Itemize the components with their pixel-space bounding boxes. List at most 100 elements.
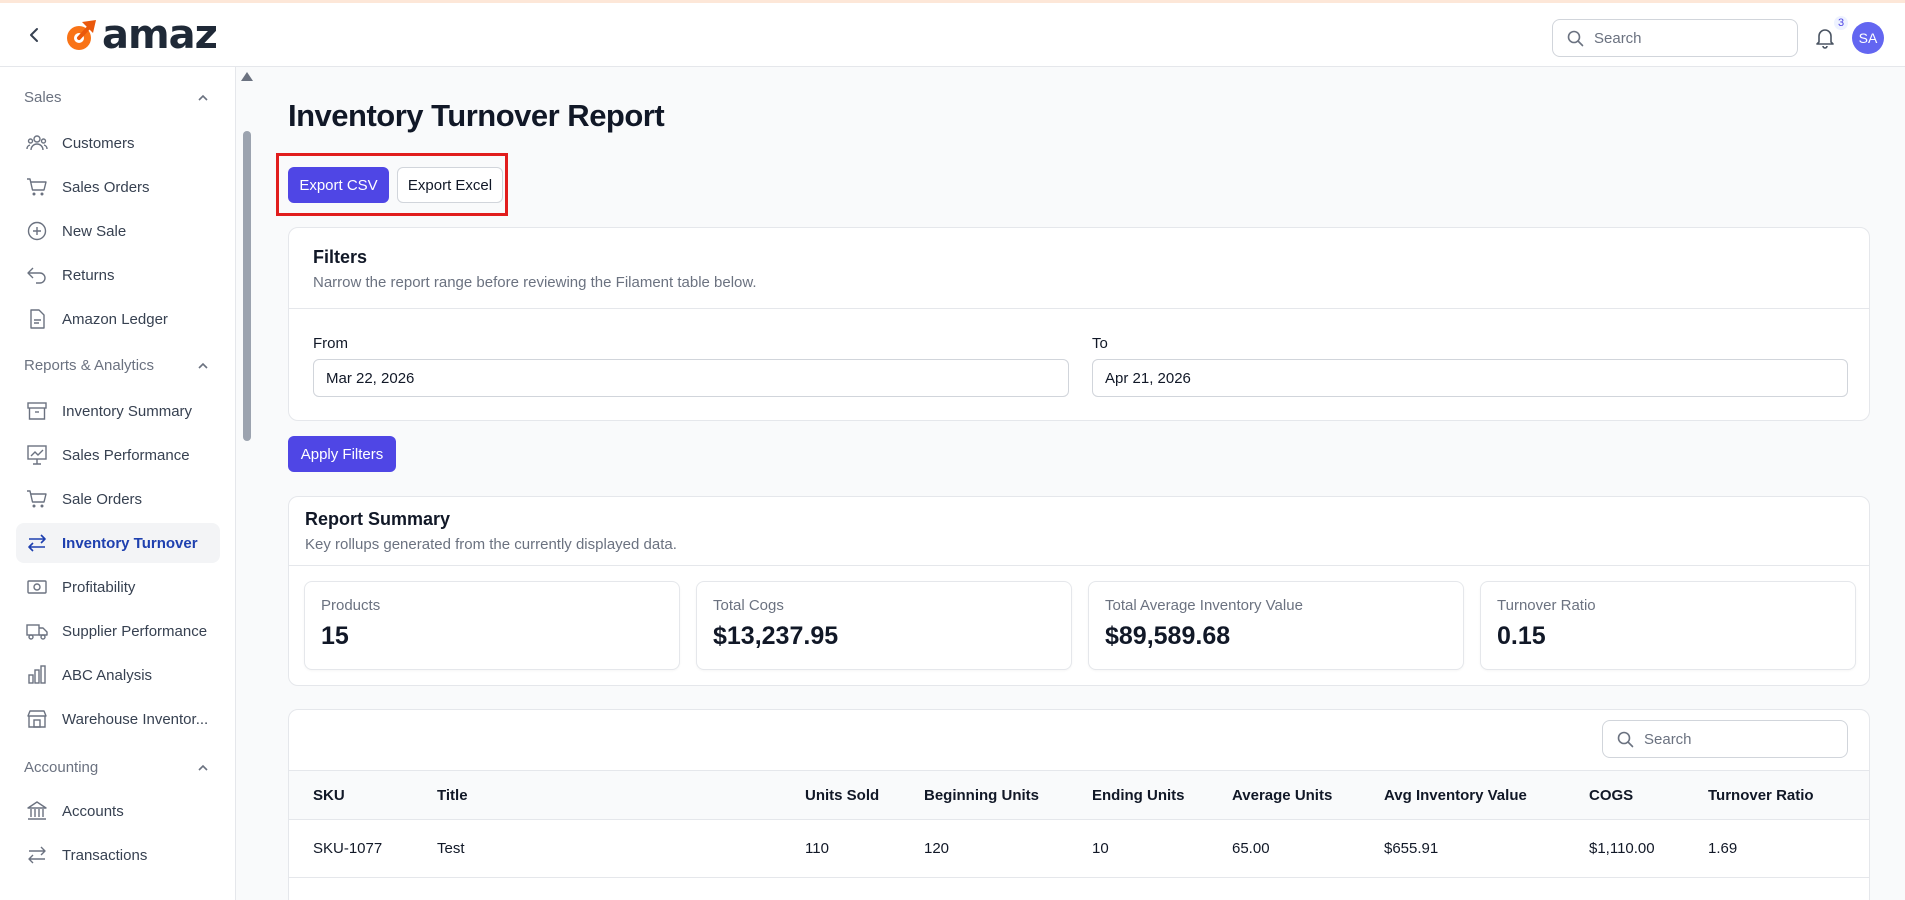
cell-title: Test	[437, 840, 465, 857]
table-search[interactable]	[1602, 720, 1848, 758]
filters-divider	[289, 308, 1869, 309]
sidebar-item-returns[interactable]: Returns	[16, 255, 220, 295]
sidebar-item-amazon-ledger[interactable]: Amazon Ledger	[16, 299, 220, 339]
brand-logo[interactable]: amaz	[62, 12, 218, 58]
notification-badge: 3	[1834, 16, 1849, 30]
user-avatar[interactable]: SA	[1852, 22, 1884, 54]
chevron-up-icon	[198, 362, 208, 369]
filters-card: Filters Narrow the report range before r…	[288, 227, 1870, 421]
column-header-turnover-ratio[interactable]: Turnover Ratio	[1708, 787, 1814, 804]
chevron-up-icon	[198, 764, 208, 771]
return-arrow-icon	[26, 264, 48, 286]
sidebar-item-label: Profitability	[62, 578, 136, 596]
stat-value: 0.15	[1497, 622, 1546, 650]
cell-average-units: 65.00	[1232, 840, 1270, 857]
search-icon	[1617, 731, 1634, 747]
filters-subtitle: Narrow the report range before reviewing…	[313, 274, 757, 291]
sidebar-item-abc-analysis[interactable]: ABC Analysis	[16, 655, 220, 695]
apply-filters-button[interactable]: Apply Filters	[288, 436, 396, 472]
sidebar-item-sales-performance[interactable]: Sales Performance	[16, 435, 220, 475]
sidebar-item-accounts[interactable]: Accounts	[16, 791, 220, 831]
sidebar-item-label: Customers	[62, 134, 135, 152]
search-icon	[1567, 30, 1584, 46]
column-header-average-units[interactable]: Average Units	[1232, 787, 1332, 804]
stat-card-avg-inventory-value: Total Average Inventory Value $89,589.68	[1088, 581, 1464, 670]
to-date-field[interactable]: Apr 21, 2026	[1092, 359, 1848, 397]
sidebar-item-label: Sales Orders	[62, 178, 150, 196]
table-row[interactable]: SKU-1077 Test 110 120 10 65.00 $655.91 $…	[289, 820, 1869, 878]
column-header-units-sold[interactable]: Units Sold	[805, 787, 879, 804]
column-header-ending-units[interactable]: Ending Units	[1092, 787, 1185, 804]
presentation-chart-icon	[26, 444, 48, 466]
logo-mark-icon	[67, 20, 96, 50]
sidebar-item-label: Transactions	[62, 846, 148, 864]
global-search-input[interactable]	[1594, 29, 1774, 47]
export-excel-button[interactable]: Export Excel	[397, 167, 503, 203]
from-label: From	[313, 335, 348, 352]
sidebar-item-label: Inventory Turnover	[62, 534, 198, 552]
plus-circle-icon	[26, 220, 48, 242]
sidebar-item-inventory-summary[interactable]: Inventory Summary	[16, 391, 220, 431]
sidebar: Sales Customers Sales Orders New Sale Re…	[0, 67, 236, 900]
cart-icon	[26, 176, 48, 198]
building-storefront-icon	[26, 708, 48, 730]
sidebar-section-sales[interactable]: Sales	[24, 89, 210, 106]
export-csv-button[interactable]: Export CSV	[288, 167, 389, 203]
archive-box-icon	[26, 400, 48, 422]
stat-label: Total Cogs	[713, 597, 784, 614]
bank-icon	[26, 800, 48, 822]
column-header-beginning-units[interactable]: Beginning Units	[924, 787, 1039, 804]
brand-name: amaz	[102, 12, 218, 58]
stat-label: Products	[321, 597, 381, 614]
cell-avg-inventory-value: $655.91	[1384, 840, 1439, 857]
summary-divider	[289, 565, 1869, 566]
sidebar-section-label: Accounting	[24, 759, 99, 776]
sidebar-item-transactions[interactable]: Transactions	[16, 835, 220, 875]
column-header-avg-inventory-value[interactable]: Avg Inventory Value	[1384, 787, 1527, 804]
stat-card-total-cogs: Total Cogs $13,237.95	[696, 581, 1072, 670]
sidebar-item-customers[interactable]: Customers	[16, 123, 220, 163]
document-icon	[26, 308, 48, 330]
sidebar-section-accounting[interactable]: Accounting	[24, 759, 210, 776]
sidebar-item-label: Returns	[62, 266, 115, 284]
cell-beginning-units: 120	[924, 840, 950, 857]
bell-icon[interactable]	[1813, 25, 1837, 49]
back-button[interactable]	[22, 23, 46, 47]
turnover-table-card: SKU Title Units Sold Beginning Units End…	[288, 709, 1870, 900]
sidebar-item-label: Supplier Performance	[62, 622, 208, 640]
arrows-right-left-icon	[26, 532, 48, 554]
sidebar-item-warehouse-inventory[interactable]: Warehouse Inventor...	[16, 699, 220, 739]
stat-value: 15	[321, 622, 349, 650]
summary-subtitle: Key rollups generated from the currently…	[305, 536, 677, 553]
sidebar-item-label: ABC Analysis	[62, 666, 153, 684]
sidebar-item-sale-orders[interactable]: Sale Orders	[16, 479, 220, 519]
sidebar-scroll-up[interactable]	[241, 72, 253, 81]
stat-label: Turnover Ratio	[1497, 597, 1596, 614]
table-search-input[interactable]	[1644, 730, 1824, 748]
column-header-cogs[interactable]: COGS	[1589, 787, 1633, 804]
cell-ending-units: 10	[1092, 840, 1109, 857]
sidebar-section-label: Reports & Analytics	[24, 357, 155, 374]
sidebar-item-profitability[interactable]: Profitability	[16, 567, 220, 607]
column-header-sku[interactable]: SKU	[313, 787, 345, 804]
summary-title: Report Summary	[305, 509, 451, 529]
chevron-left-icon	[30, 28, 38, 42]
column-header-title[interactable]: Title	[437, 787, 468, 804]
sidebar-item-inventory-turnover[interactable]: Inventory Turnover	[16, 523, 220, 563]
global-search[interactable]	[1552, 19, 1798, 57]
truck-icon	[26, 620, 48, 642]
sidebar-item-label: Sales Performance	[62, 446, 190, 464]
sidebar-item-supplier-performance[interactable]: Supplier Performance	[16, 611, 220, 651]
cell-sku: SKU-1077	[313, 840, 383, 857]
sidebar-section-reports[interactable]: Reports & Analytics	[24, 357, 210, 374]
stat-card-turnover-ratio: Turnover Ratio 0.15	[1480, 581, 1856, 670]
sidebar-scrollbar-thumb[interactable]	[243, 131, 251, 441]
sidebar-item-sales-orders[interactable]: Sales Orders	[16, 167, 220, 207]
from-date-field[interactable]: Mar 22, 2026	[313, 359, 1069, 397]
cell-turnover-ratio: 1.69	[1708, 840, 1738, 857]
sidebar-item-new-sale[interactable]: New Sale	[16, 211, 220, 251]
top-bar: amaz 3 SA	[0, 0, 1905, 67]
banknotes-icon	[26, 576, 48, 598]
cell-units-sold: 110	[805, 840, 829, 857]
stat-value: $89,589.68	[1105, 622, 1231, 650]
